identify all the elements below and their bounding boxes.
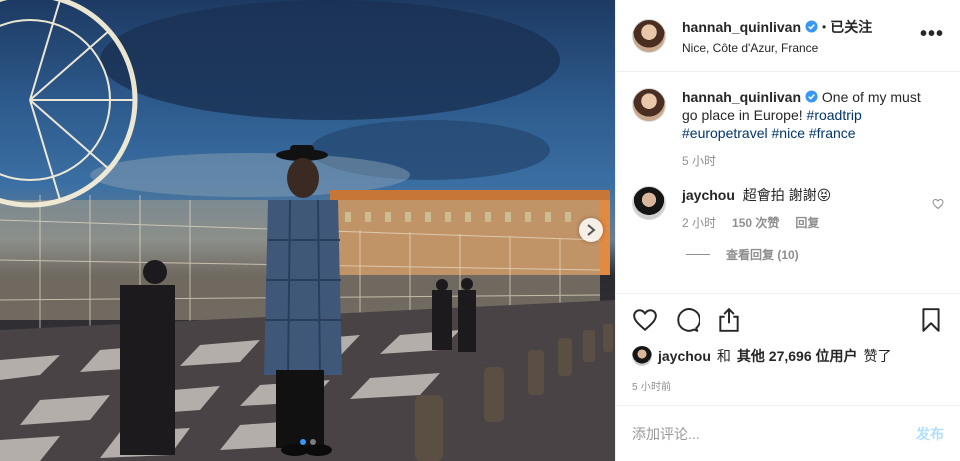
more-options-icon[interactable]: ••• <box>920 24 944 44</box>
post-actions: jaychou 和 其他 27,696 位用户 赞了 5 小时前 <box>616 293 960 393</box>
view-replies-button[interactable]: 查看回复 (10) <box>686 246 944 263</box>
carousel-indicator <box>0 439 615 445</box>
post-comment-button[interactable]: 发布 <box>916 424 944 444</box>
post-header: hannah_quinlivan • 已关注 Nice, Côte d'Azur… <box>616 0 960 72</box>
hashtag-france[interactable]: #france <box>809 125 856 141</box>
like-heart-icon[interactable] <box>632 307 658 333</box>
caption-meta: 5 小时 <box>682 152 922 170</box>
likes-others-link[interactable]: 其他 27,696 位用户 <box>737 346 858 366</box>
likes-joiner: 和 <box>716 348 731 364</box>
comment-bubble-icon[interactable] <box>674 307 700 333</box>
likes-suffix: 赞了 <box>863 348 892 364</box>
caption-row: hannah_quinlivan One of my must go place… <box>632 88 944 170</box>
share-icon[interactable] <box>716 307 742 333</box>
comment-row: jaychou 超會拍 謝謝😝 2 小时 150 次赞 回复 <box>632 186 944 232</box>
verified-badge-icon <box>805 20 818 33</box>
post-timestamp[interactable]: 5 小时前 <box>632 378 944 393</box>
follow-status-button[interactable]: 已关注 <box>830 17 872 37</box>
carousel-next-button[interactable] <box>579 218 603 242</box>
caption-body: hannah_quinlivan One of my must go place… <box>682 88 922 170</box>
carousel-dot-active <box>299 439 306 445</box>
caption-username[interactable]: hannah_quinlivan <box>682 89 801 105</box>
post-location[interactable]: Nice, Côte d'Azur, France <box>682 41 872 55</box>
header-separator: • <box>822 19 827 34</box>
instagram-post: hannah_quinlivan • 已关注 Nice, Côte d'Azur… <box>0 0 960 461</box>
view-replies-label: 查看回复 (10) <box>726 248 799 262</box>
post-side-panel: hannah_quinlivan • 已关注 Nice, Côte d'Azur… <box>615 0 960 461</box>
hashtag-europetravel[interactable]: #europetravel <box>682 125 768 141</box>
author-avatar[interactable] <box>632 18 666 53</box>
save-bookmark-icon[interactable] <box>918 307 944 333</box>
comment-likes[interactable]: 150 次赞 <box>732 214 779 232</box>
verified-badge-icon <box>805 90 818 103</box>
comment-meta: 2 小时 150 次赞 回复 <box>682 214 922 232</box>
chevron-right-icon <box>587 224 596 236</box>
add-comment-bar: 发布 <box>616 405 960 461</box>
commenter-avatar[interactable] <box>632 186 666 220</box>
likes-summary: jaychou 和 其他 27,696 位用户 赞了 <box>632 346 944 366</box>
comment-input[interactable] <box>632 425 916 442</box>
hashtag-nice[interactable]: #nice <box>772 125 805 141</box>
replies-divider <box>686 254 710 255</box>
comment-reply-button[interactable]: 回复 <box>795 214 819 232</box>
author-username[interactable]: hannah_quinlivan <box>682 19 801 35</box>
carousel-dot <box>309 439 316 445</box>
photo-scene <box>0 0 615 461</box>
hashtag-roadtrip[interactable]: #roadtrip <box>807 107 862 123</box>
post-photo[interactable] <box>0 0 615 461</box>
header-text: hannah_quinlivan • 已关注 Nice, Côte d'Azur… <box>682 17 872 55</box>
comment-body: jaychou 超會拍 謝謝😝 2 小时 150 次赞 回复 <box>682 186 922 232</box>
comments-section: hannah_quinlivan One of my must go place… <box>616 72 960 293</box>
comment-like-heart-icon[interactable] <box>932 198 944 210</box>
action-icons <box>632 294 944 346</box>
header-line: hannah_quinlivan • 已关注 <box>682 17 872 37</box>
comment-text: 超會拍 謝謝😝 <box>742 187 832 203</box>
comment-time[interactable]: 2 小时 <box>682 214 716 232</box>
caption-time[interactable]: 5 小时 <box>682 152 716 170</box>
liker-username[interactable]: jaychou <box>658 348 711 364</box>
caption-avatar[interactable] <box>632 88 666 122</box>
liker-avatar[interactable] <box>632 346 652 366</box>
commenter-username[interactable]: jaychou <box>682 187 735 203</box>
